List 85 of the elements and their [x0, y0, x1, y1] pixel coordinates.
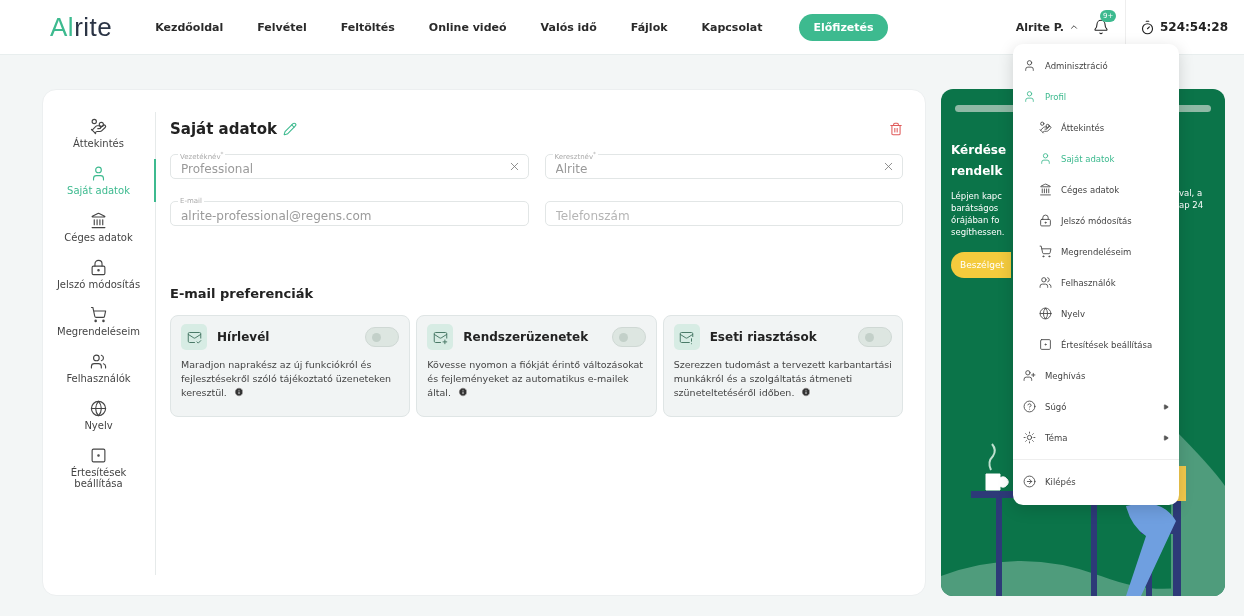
- preference-description: Szerezzen tudomást a tervezett karbantartási munkákról és a szolgáltatás átmeneti szüneteltetéséről időben.: [673, 358, 892, 400]
- menu-item[interactable]: Jelszó módosítás: [1013, 205, 1179, 236]
- promo-title: Kérdése: [951, 142, 1008, 159]
- info-icon[interactable]: [458, 387, 469, 397]
- sidebar-item[interactable]: Céges adatok: [43, 206, 156, 249]
- info-icon[interactable]: [233, 387, 244, 397]
- menu-item[interactable]: Áttekintés: [1013, 112, 1179, 143]
- submenu-arrow-icon: [1163, 403, 1169, 410]
- menu-item[interactable]: Értesítések beállítása: [1013, 329, 1179, 360]
- sidebar-item[interactable]: Értesítések beállítása: [43, 441, 156, 495]
- menu-icon: [1023, 369, 1036, 382]
- sidebar-item[interactable]: Megrendeléseim: [43, 300, 156, 343]
- mail-icon: [673, 324, 700, 350]
- sidebar-icon: [90, 353, 107, 370]
- edit-icon[interactable]: [283, 122, 297, 136]
- promo-text: segíthessen.: [951, 226, 1006, 238]
- preference-title: Hírlevél: [217, 330, 271, 344]
- preference-title: Eseti riasztások: [709, 330, 818, 344]
- nav-link[interactable]: Feltöltés: [323, 20, 412, 34]
- menu-icon: [1039, 276, 1052, 289]
- promo-title: rendelk: [951, 163, 1004, 180]
- menu-icon: [1039, 307, 1052, 320]
- menu-icon: [1039, 152, 1052, 165]
- promo-text: ap 24: [1179, 199, 1205, 211]
- menu-item[interactable]: Adminisztráció: [1013, 50, 1179, 81]
- section-heading: E-mail preferenciák: [170, 286, 315, 301]
- menu-icon: [1039, 214, 1052, 227]
- menu-item[interactable]: Nyelv: [1013, 298, 1179, 329]
- preference-title: Rendszerüzenetek: [463, 330, 590, 344]
- menu-item[interactable]: Céges adatok: [1013, 174, 1179, 205]
- nav-link[interactable]: Online videó: [411, 20, 524, 34]
- sidebar-icon: [90, 118, 107, 135]
- menu-icon: [1023, 431, 1036, 444]
- sidebar-icon: [90, 447, 107, 464]
- menu-icon: [1039, 183, 1052, 196]
- logo[interactable]: Alrite: [50, 11, 113, 43]
- menu-item[interactable]: Megrendeléseim: [1013, 236, 1179, 267]
- notification-bell-icon[interactable]: [1092, 19, 1109, 35]
- sidebar-icon: [90, 306, 107, 323]
- toggle-switch[interactable]: [365, 327, 400, 347]
- clear-icon[interactable]: [882, 160, 895, 173]
- sidebar-item[interactable]: Felhasználók: [43, 347, 156, 390]
- section-title: Saját adatok: [170, 120, 277, 138]
- stopwatch-icon: [1139, 19, 1155, 35]
- preference-description: Maradjon naprakész az új funkciókról és fejlesztésekről szóló tájékoztató üzeneteken keresztül.: [181, 358, 393, 400]
- promo-text: órájában fo: [951, 214, 1001, 226]
- mail-icon: [427, 324, 454, 350]
- nav-link[interactable]: Fájlok: [613, 20, 685, 34]
- sidebar-item[interactable]: Jelszó módosítás: [43, 253, 156, 296]
- menu-item[interactable]: Súgó: [1013, 391, 1179, 422]
- delete-icon[interactable]: [889, 122, 903, 136]
- sidebar-icon: [90, 212, 107, 229]
- promo-text: Lépjen kapc: [951, 190, 1003, 202]
- toggle-switch[interactable]: [611, 327, 646, 347]
- info-icon[interactable]: [801, 387, 812, 397]
- menu-icon: [1023, 90, 1036, 103]
- nav-link[interactable]: Kapcsolat: [684, 20, 780, 34]
- sidebar-item[interactable]: Áttekintés: [43, 112, 156, 155]
- user-menu-button[interactable]: Alrite P.: [1015, 20, 1079, 34]
- sidebar-icon: [90, 259, 107, 276]
- menu-icon: [1023, 400, 1036, 413]
- submenu-arrow-icon: [1163, 434, 1169, 441]
- menu-item[interactable]: Kilépés: [1013, 466, 1179, 497]
- promo-text: val, a: [1179, 187, 1204, 199]
- menu-icon: [1039, 245, 1052, 258]
- menu-item[interactable]: Felhasználók: [1013, 267, 1179, 298]
- promo-text: barátságos: [951, 202, 1000, 214]
- timer-value: 524:54:28: [1159, 20, 1228, 34]
- sidebar-icon: [90, 400, 107, 417]
- caret-icon: [1068, 22, 1079, 32]
- sidebar-item[interactable]: Nyelv: [43, 394, 156, 437]
- mail-icon: [181, 324, 207, 350]
- nav-link[interactable]: Felvétel: [240, 20, 324, 34]
- sidebar-icon: [90, 165, 107, 182]
- menu-item[interactable]: Téma: [1013, 422, 1179, 453]
- nav-link[interactable]: Valós idő: [523, 20, 614, 34]
- nav-link[interactable]: Kezdőoldal: [138, 20, 241, 34]
- menu-item[interactable]: Meghívás: [1013, 360, 1179, 391]
- menu-icon: [1023, 59, 1036, 72]
- menu-icon: [1039, 121, 1052, 134]
- toggle-switch[interactable]: [858, 327, 892, 347]
- menu-icon: [1023, 475, 1036, 488]
- preference-description: Kövesse nyomon a fiókját érintő változásokat és fejleményeket az automatikus e-mailek által.: [427, 358, 645, 400]
- menu-icon: [1039, 338, 1052, 351]
- input-field[interactable]: Telefonszám: [544, 201, 903, 226]
